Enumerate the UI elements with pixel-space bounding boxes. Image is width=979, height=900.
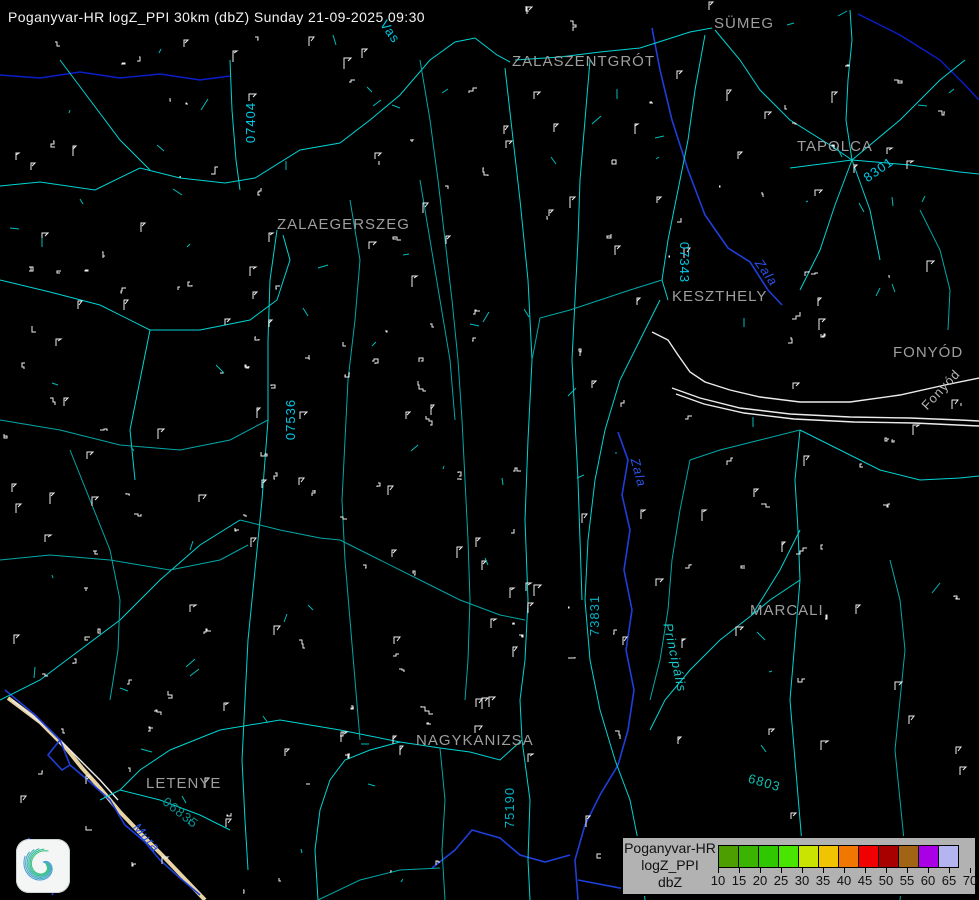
legend-tick-label: 20 bbox=[753, 873, 767, 888]
legend-tick-label: 60 bbox=[921, 873, 935, 888]
legend-swatch-25 bbox=[778, 845, 799, 868]
legend-swatch-55 bbox=[898, 845, 919, 868]
legend-swatch-35 bbox=[818, 845, 839, 868]
legend-tick-label: 15 bbox=[732, 873, 746, 888]
legend-swatch-40 bbox=[838, 845, 859, 868]
legend-line-radar: Poganyvar-HR bbox=[623, 840, 717, 857]
legend-product-text: Poganyvar-HR logZ_PPI dbZ bbox=[623, 840, 717, 891]
legend-swatch-20 bbox=[758, 845, 779, 868]
legend-swatch-10 bbox=[718, 845, 739, 868]
legend-swatch-45 bbox=[858, 845, 879, 868]
legend-swatch-30 bbox=[798, 845, 819, 868]
legend-tick-label: 50 bbox=[879, 873, 893, 888]
legend-panel: Poganyvar-HR logZ_PPI dbZ 10 15 20 25 30 35 40… bbox=[621, 836, 977, 896]
legend-tick-label: 25 bbox=[774, 873, 788, 888]
legend-swatch-65 bbox=[938, 845, 959, 868]
balaton-south-shore bbox=[672, 388, 979, 421]
product-title: Poganyvar-HR logZ_PPI 30km (dbZ) Sunday … bbox=[8, 9, 425, 25]
legend-swatch-15 bbox=[738, 845, 759, 868]
legend-tick-label: 35 bbox=[816, 873, 830, 888]
cyclone-spiral-icon bbox=[16, 839, 70, 893]
river-zala bbox=[575, 432, 634, 900]
river-zala-upper bbox=[652, 28, 782, 305]
balaton-north-shore bbox=[652, 332, 979, 402]
radar-screenshot: Poganyvar-HR logZ_PPI 30km (dbZ) Sunday … bbox=[0, 0, 979, 900]
legend-tick-label: 30 bbox=[795, 873, 809, 888]
legend-tick-label: 55 bbox=[900, 873, 914, 888]
radar-map bbox=[0, 0, 979, 900]
legend-line-unit: dbZ bbox=[623, 874, 717, 891]
legend-tick-label: 40 bbox=[837, 873, 851, 888]
legend-tick-label: 45 bbox=[858, 873, 872, 888]
legend-tick-label: 65 bbox=[942, 873, 956, 888]
legend-tick-label: 70 bbox=[963, 873, 977, 888]
legend-colorbar bbox=[718, 845, 958, 868]
legend-swatch-60 bbox=[918, 845, 939, 868]
legend-tick-label: 10 bbox=[711, 873, 725, 888]
legend-ticklabels: 10152025303540455055606570 bbox=[718, 873, 972, 889]
legend-line-product: logZ_PPI bbox=[623, 857, 717, 874]
legend-swatch-50 bbox=[878, 845, 899, 868]
